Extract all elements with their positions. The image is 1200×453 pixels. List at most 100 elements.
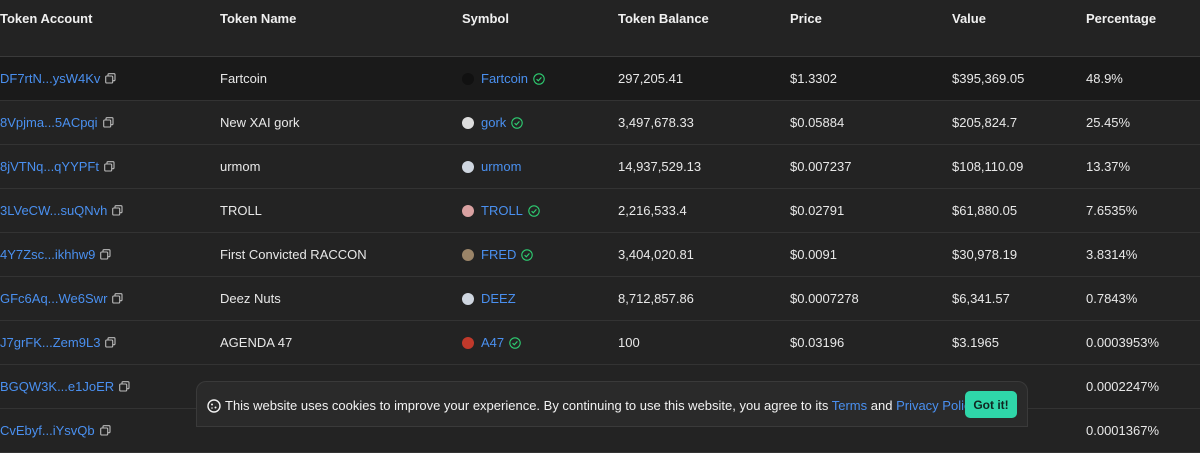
- symbol-cell: urmom: [462, 145, 521, 188]
- cookie-banner: This website uses cookies to improve you…: [196, 381, 1028, 427]
- token-account-link[interactable]: CvEbyf...iYsvQb: [0, 423, 95, 438]
- token-account-link[interactable]: 8jVTNq...qYYPFt: [0, 159, 99, 174]
- token-symbol-link[interactable]: TROLL: [481, 203, 523, 218]
- account-cell: DF7rtN...ysW4Kv: [0, 57, 116, 100]
- token-price: $0.0007278: [790, 291, 859, 306]
- copy-icon[interactable]: [119, 381, 130, 392]
- token-price: $0.0091: [790, 247, 837, 262]
- token-account-link[interactable]: DF7rtN...ysW4Kv: [0, 71, 100, 86]
- token-account-link[interactable]: J7grFK...Zem9L3: [0, 335, 100, 350]
- token-percentage: 0.7843%: [1086, 291, 1138, 306]
- token-value: $3.1965: [952, 335, 999, 350]
- copy-icon[interactable]: [105, 73, 116, 84]
- token-symbol-link[interactable]: Fartcoin: [481, 71, 528, 86]
- token-value: $205,824.7: [952, 115, 1018, 130]
- table-row: DF7rtN...ysW4Kv Fartcoin Fartcoin 297,205.4…: [0, 57, 1200, 101]
- token-price: $0.007237: [790, 159, 852, 174]
- account-cell: CvEbyf...iYsvQb: [0, 409, 111, 452]
- table-row: 8jVTNq...qYYPFt urmom urmom 14,937,529.13 $0…: [0, 145, 1200, 189]
- token-price: $0.05884: [790, 115, 845, 130]
- account-cell: GFc6Aq...We6Swr: [0, 277, 123, 320]
- token-value: $30,978.19: [952, 247, 1018, 262]
- symbol-cell: TROLL: [462, 189, 540, 232]
- gork-token-icon: [462, 116, 474, 129]
- table-row: 8Vpjma...5ACpqi New XAI gork gork 3,497,678…: [0, 101, 1200, 145]
- copy-icon[interactable]: [112, 293, 123, 304]
- cookie-text-before: This website uses cookies to improve you…: [225, 398, 832, 413]
- symbol-cell: gork: [462, 101, 524, 144]
- token-percentage: 48.9%: [1086, 71, 1123, 86]
- token-symbol-link[interactable]: urmom: [481, 159, 521, 174]
- cookie-message: This website uses cookies to improve you…: [225, 398, 980, 413]
- token-value: $61,880.05: [952, 203, 1018, 218]
- symbol-cell: Fartcoin: [462, 57, 545, 100]
- token-symbol-link[interactable]: DEEZ: [481, 291, 516, 306]
- token-balance: 14,937,529.13: [618, 159, 702, 174]
- token-value: $395,369.05: [952, 71, 1025, 86]
- token-symbol-link[interactable]: A47: [481, 335, 504, 350]
- cookie-icon: [207, 399, 221, 413]
- account-cell: J7grFK...Zem9L3: [0, 321, 116, 364]
- token-percentage: 0.0003953%: [1086, 335, 1160, 350]
- token-name: Fartcoin: [220, 71, 267, 86]
- table-row: 4Y7Zsc...ikhhw9 First Convicted RACCON FRE…: [0, 233, 1200, 277]
- copy-icon[interactable]: [102, 117, 114, 128]
- token-balance: 3,404,020.81: [618, 247, 694, 262]
- token-name: urmom: [220, 159, 261, 174]
- account-cell: 4Y7Zsc...ikhhw9: [0, 233, 111, 276]
- token-balance: 8,712,857.86: [618, 291, 694, 306]
- fred-token-icon: [462, 248, 474, 261]
- terms-link[interactable]: Terms: [832, 398, 867, 413]
- copy-icon[interactable]: [100, 249, 111, 260]
- account-cell: 3LVeCW...suQNvh: [0, 189, 123, 232]
- token-value: $6,341.57: [952, 291, 1010, 306]
- verified-check-icon: [533, 72, 545, 85]
- symbol-cell: DEEZ: [462, 277, 516, 320]
- token-name: TROLL: [220, 203, 262, 218]
- token-percentage: 25.45%: [1086, 115, 1131, 130]
- urmom-token-icon: [462, 160, 474, 173]
- verified-check-icon: [521, 248, 534, 261]
- account-cell: 8Vpjma...5ACpqi: [0, 101, 114, 144]
- token-name: AGENDA 47: [220, 335, 293, 350]
- token-price: $0.03196: [790, 335, 845, 350]
- symbol-cell: FRED: [462, 233, 534, 276]
- table-row: GFc6Aq...We6Swr Deez Nuts DEEZ 8,712,857.86…: [0, 277, 1200, 321]
- token-account-link[interactable]: 8Vpjma...5ACpqi: [0, 115, 98, 130]
- verified-check-icon: [509, 336, 521, 349]
- copy-icon[interactable]: [112, 205, 123, 216]
- cookie-text-and: and: [867, 398, 897, 413]
- token-percentage: 3.8314%: [1086, 247, 1138, 262]
- verified-check-icon: [511, 116, 524, 129]
- token-balance: 297,205.41: [618, 71, 684, 86]
- a47-token-icon: [462, 336, 474, 349]
- token-balance: 100: [618, 335, 640, 350]
- token-account-link[interactable]: 3LVeCW...suQNvh: [0, 203, 107, 218]
- token-symbol-link[interactable]: gork: [481, 115, 506, 130]
- token-account-link[interactable]: BGQW3K...e1JoER: [0, 379, 114, 394]
- token-percentage: 13.37%: [1086, 159, 1131, 174]
- copy-icon[interactable]: [104, 161, 115, 172]
- token-name: First Convicted RACCON: [220, 247, 367, 262]
- troll-token-icon: [462, 204, 474, 217]
- deez-token-icon: [462, 292, 474, 305]
- token-percentage: 7.6535%: [1086, 203, 1138, 218]
- account-cell: 8jVTNq...qYYPFt: [0, 145, 115, 188]
- token-price: $0.02791: [790, 203, 845, 218]
- token-account-link[interactable]: GFc6Aq...We6Swr: [0, 291, 107, 306]
- table-row: 3LVeCW...suQNvh TROLL TROLL 2,216,533.4 $0.0…: [0, 189, 1200, 233]
- token-balance: 2,216,533.4: [618, 203, 687, 218]
- table-header-row: Token Account Token Name Symbol Token Ba…: [0, 0, 1200, 57]
- copy-icon[interactable]: [105, 337, 116, 348]
- token-price: $1.3302: [790, 71, 837, 86]
- account-cell: BGQW3K...e1JoER: [0, 365, 130, 408]
- token-account-link[interactable]: 4Y7Zsc...ikhhw9: [0, 247, 95, 262]
- token-balance: 3,497,678.33: [618, 115, 694, 130]
- token-percentage: 0.0002247%: [1086, 379, 1160, 394]
- token-value: $108,110.09: [952, 159, 1024, 174]
- fartcoin-token-icon: [462, 72, 474, 85]
- token-percentage: 0.0001367%: [1086, 423, 1160, 438]
- table-row: J7grFK...Zem9L3 AGENDA 47 A47 100 $0.03196 $3…: [0, 321, 1200, 365]
- token-symbol-link[interactable]: FRED: [481, 247, 516, 262]
- accept-cookies-button[interactable]: Got it!: [965, 391, 1017, 418]
